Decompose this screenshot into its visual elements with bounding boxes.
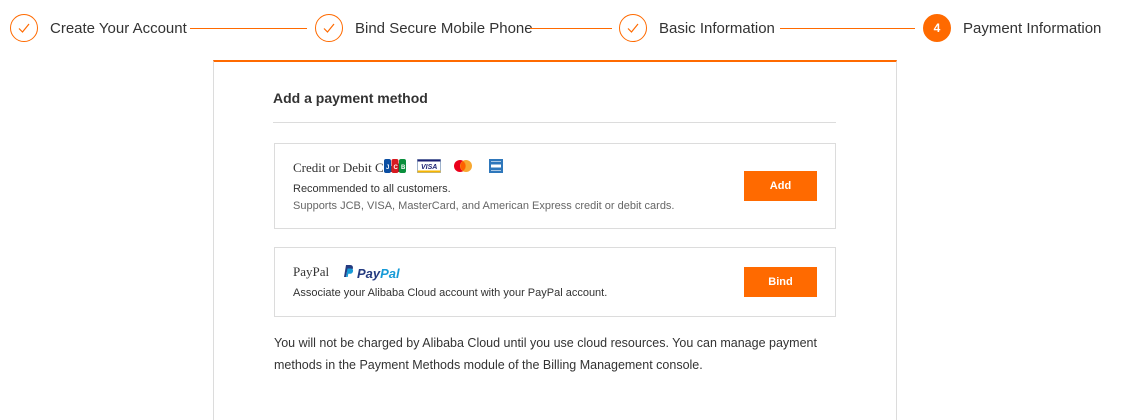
- step-payment-information: 4 Payment Information: [923, 13, 1101, 43]
- divider: [273, 122, 836, 123]
- check-icon: [619, 14, 647, 42]
- check-icon: [10, 14, 38, 42]
- card-brand-logos: J C B VISA: [383, 159, 509, 173]
- visa-logo: VISA: [417, 159, 441, 173]
- step-bind-phone: Bind Secure Mobile Phone: [315, 13, 533, 43]
- check-icon: [315, 14, 343, 42]
- method-name: PayPal: [293, 264, 330, 279]
- method-subdescription: Supports JCB, VISA, MasterCard, and Amer…: [293, 200, 675, 212]
- billing-notice: You will not be charged by Alibaba Cloud…: [274, 336, 817, 372]
- paypal-icon: [342, 264, 354, 283]
- step-label: Bind Secure Mobile Phone: [355, 19, 533, 37]
- card-title: Add a payment method: [273, 90, 428, 106]
- step-connector: [780, 28, 915, 29]
- paypal-wordmark-pal: Pal: [380, 266, 400, 281]
- add-card-button[interactable]: Add: [744, 171, 817, 201]
- jcb-logo: J C B: [383, 159, 407, 173]
- svg-text:VISA: VISA: [421, 164, 437, 171]
- step-label: Create Your Account: [50, 19, 187, 37]
- svg-text:C: C: [394, 165, 399, 171]
- mastercard-logo: [451, 159, 475, 173]
- step-label: Basic Information: [659, 19, 775, 37]
- paypal-logo: PayPal: [342, 264, 400, 283]
- bind-paypal-button[interactable]: Bind: [744, 267, 817, 297]
- method-description: Recommended to all customers.: [293, 183, 451, 195]
- svg-text:B: B: [401, 165, 406, 171]
- method-description: Associate your Alibaba Cloud account wit…: [293, 287, 608, 299]
- payment-method-card: Add a payment method Credit or Debit Car…: [213, 60, 897, 420]
- step-label: Payment Information: [963, 19, 1102, 37]
- step-connector: [530, 28, 612, 29]
- step-connector: [190, 28, 307, 29]
- amex-logo: [485, 159, 509, 173]
- step-number-badge: 4: [923, 14, 951, 42]
- paypal-option: PayPal PayPal Associate your Alibaba Clo…: [274, 247, 836, 317]
- step-create-account: Create Your Account: [10, 13, 187, 43]
- paypal-wordmark-pay: Pay: [357, 266, 381, 281]
- credit-card-option: Credit or Debit Card J C B VISA Recommen…: [274, 143, 836, 229]
- svg-text:J: J: [386, 165, 389, 171]
- step-basic-information: Basic Information: [619, 13, 775, 43]
